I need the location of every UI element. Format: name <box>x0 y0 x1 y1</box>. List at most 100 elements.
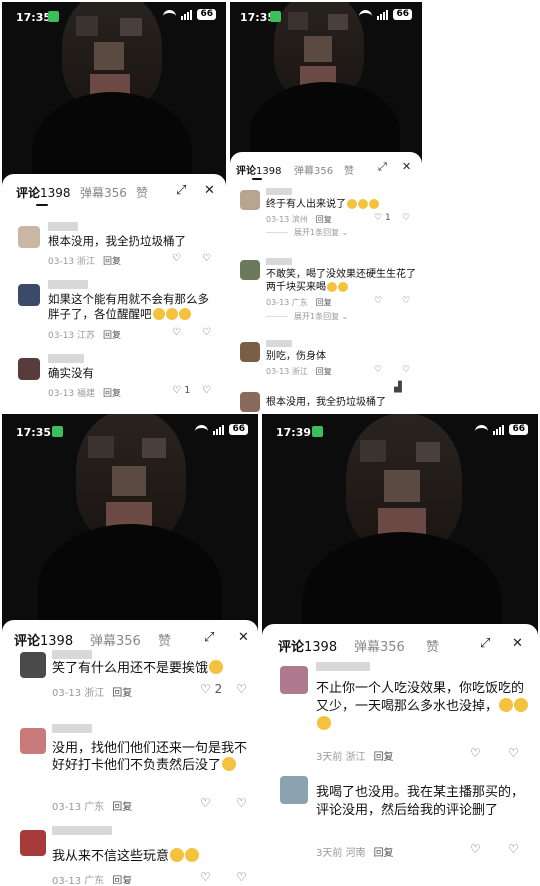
dislike-icon[interactable]: ♡ <box>402 296 410 306</box>
dislike-icon[interactable]: ♡ <box>236 870 247 884</box>
reply-button[interactable]: 回复 <box>374 848 394 859</box>
tab-likes[interactable]: 赞 <box>426 636 439 655</box>
signal-icon <box>213 424 225 435</box>
comment-meta: 03-13 滨州 回复 <box>266 215 332 224</box>
avatar[interactable] <box>20 728 46 754</box>
reply-button[interactable]: 回复 <box>103 257 121 267</box>
heart-icon[interactable]: ♡ 1 <box>172 385 191 396</box>
username[interactable] <box>266 258 292 265</box>
reply-button[interactable]: 回复 <box>374 752 394 763</box>
tab-comments[interactable]: 评论1398 <box>16 184 71 201</box>
tab-danmu[interactable]: 弹幕356 <box>294 162 333 177</box>
dislike-icon[interactable]: ♡ <box>236 796 247 810</box>
comment-text: 根本没用，我全扔垃圾桶了 <box>48 234 186 248</box>
tab-danmu[interactable]: 弹幕356 <box>80 184 127 201</box>
battery-icon: 66 <box>393 9 412 20</box>
comment-text: 笑了有什么用还不是要挨饿 <box>52 660 248 677</box>
username[interactable] <box>48 280 88 289</box>
avatar[interactable] <box>18 284 40 306</box>
heart-icon[interactable]: ♡ <box>470 746 481 760</box>
tab-comments[interactable]: 评论1398 <box>278 636 337 655</box>
username[interactable] <box>266 188 292 195</box>
close-icon[interactable]: ✕ <box>402 160 411 173</box>
status-bar: 17:35 66 <box>2 2 226 28</box>
tab-danmu[interactable]: 弹幕356 <box>354 636 405 655</box>
dislike-icon[interactable]: ♡ <box>508 842 519 856</box>
close-icon[interactable]: ✕ <box>512 636 523 651</box>
tab-danmu[interactable]: 弹幕356 <box>90 630 141 649</box>
status-time: 17:35 <box>16 11 52 24</box>
heart-icon[interactable]: ♡ <box>200 796 211 810</box>
expand-icon[interactable]: ⤢ <box>204 630 214 645</box>
username[interactable] <box>316 662 370 671</box>
dislike-icon[interactable]: ♡ <box>202 253 211 264</box>
avatar[interactable] <box>280 776 308 804</box>
avatar[interactable] <box>280 666 308 694</box>
comment-meta: 03-13 浙江 回复 <box>52 688 133 699</box>
video-area[interactable] <box>2 414 258 634</box>
username[interactable] <box>52 650 92 659</box>
tab-likes[interactable]: 赞 <box>136 184 148 201</box>
dislike-icon[interactable]: ♡ <box>402 213 410 223</box>
avatar[interactable] <box>240 342 260 362</box>
reply-button[interactable]: 回复 <box>316 215 332 224</box>
screenshot-panel-4: 17:39 66 评论1398 弹幕356 赞 ⤢ ✕ 不止你一个人吃没效果，你… <box>262 414 538 884</box>
avatar[interactable] <box>240 392 260 412</box>
dislike-icon[interactable]: ♡ <box>508 746 519 760</box>
video-area[interactable] <box>2 2 226 202</box>
heart-icon[interactable]: ♡ <box>374 296 382 306</box>
reply-button[interactable]: 回复 <box>103 331 121 341</box>
dislike-icon[interactable]: ♡ <box>236 682 247 696</box>
heart-icon[interactable]: ♡ <box>470 842 481 856</box>
avatar[interactable] <box>20 830 46 856</box>
heart-icon[interactable]: ♡ 1 <box>374 213 391 223</box>
heart-icon[interactable]: ♡ <box>200 870 211 884</box>
avatar[interactable] <box>18 226 40 248</box>
expand-icon[interactable]: ⤢ <box>176 183 186 198</box>
heart-icon[interactable]: ♡ <box>374 365 382 375</box>
avatar[interactable] <box>240 260 260 280</box>
battery-icon: 66 <box>509 424 528 435</box>
username[interactable] <box>52 724 92 733</box>
close-icon[interactable]: ✕ <box>204 183 215 198</box>
avatar[interactable] <box>20 652 46 678</box>
heart-icon[interactable]: ♡ <box>172 327 181 338</box>
reply-button[interactable]: 回复 <box>112 876 132 884</box>
reply-button[interactable]: 回复 <box>316 367 332 376</box>
comment-item: 根本没用，我全扔垃圾桶了 <box>230 392 422 412</box>
comment-item: 不止你一个人吃没效果，你吃饭吃的又少，一天喝那么多水也没掉， 3天前 浙江 回复 … <box>262 662 538 763</box>
dislike-icon[interactable]: ♡ <box>202 385 211 396</box>
tab-likes[interactable]: 赞 <box>344 162 354 177</box>
app-notification-icon <box>312 426 323 437</box>
battery-icon: 66 <box>229 424 248 435</box>
app-notification-icon <box>48 11 59 22</box>
expand-icon[interactable]: ⤢ <box>480 636 490 651</box>
heart-icon[interactable]: ♡ 2 <box>200 682 222 696</box>
username[interactable] <box>266 340 292 347</box>
reply-button[interactable]: 回复 <box>316 298 332 307</box>
reply-button[interactable]: 回复 <box>112 688 132 699</box>
tab-comments[interactable]: 评论1398 <box>14 630 73 649</box>
avatar[interactable] <box>18 358 40 380</box>
reply-button[interactable]: 回复 <box>103 389 121 399</box>
screenshot-panel-1: 17:35 66 评论1398 弹幕356 赞 ⤢ ✕ 根本没用，我全扔垃圾桶了… <box>2 2 226 412</box>
heart-icon[interactable]: ♡ <box>172 253 181 264</box>
tab-comments[interactable]: 评论1398 <box>236 162 281 177</box>
comment-tabs: 评论1398 弹幕356 赞 ⤢ ✕ <box>2 174 226 208</box>
comment-text: 不敢笑，喝了没效果还硬生生花了两千块买来喝 <box>266 269 416 293</box>
tab-likes[interactable]: 赞 <box>158 630 171 649</box>
dislike-icon[interactable]: ♡ <box>402 365 410 375</box>
username[interactable] <box>48 222 78 231</box>
reply-button[interactable]: 回复 <box>112 802 132 813</box>
comment-tabs: 评论1398 弹幕356 赞 ⤢ ✕ <box>262 624 538 658</box>
close-icon[interactable]: ✕ <box>238 630 249 645</box>
username[interactable] <box>48 354 84 363</box>
expand-replies-link[interactable]: 展开1条回复 ⌄ <box>266 311 348 322</box>
dislike-icon[interactable]: ♡ <box>202 327 211 338</box>
expand-replies-link[interactable]: 展开1条回复 ⌄ <box>266 227 348 238</box>
expand-icon[interactable]: ⤢ <box>378 160 387 174</box>
avatar[interactable] <box>240 190 260 210</box>
comment-text: 别吃，伤身体 <box>266 351 326 362</box>
username[interactable] <box>52 826 112 835</box>
video-area[interactable] <box>262 414 538 654</box>
